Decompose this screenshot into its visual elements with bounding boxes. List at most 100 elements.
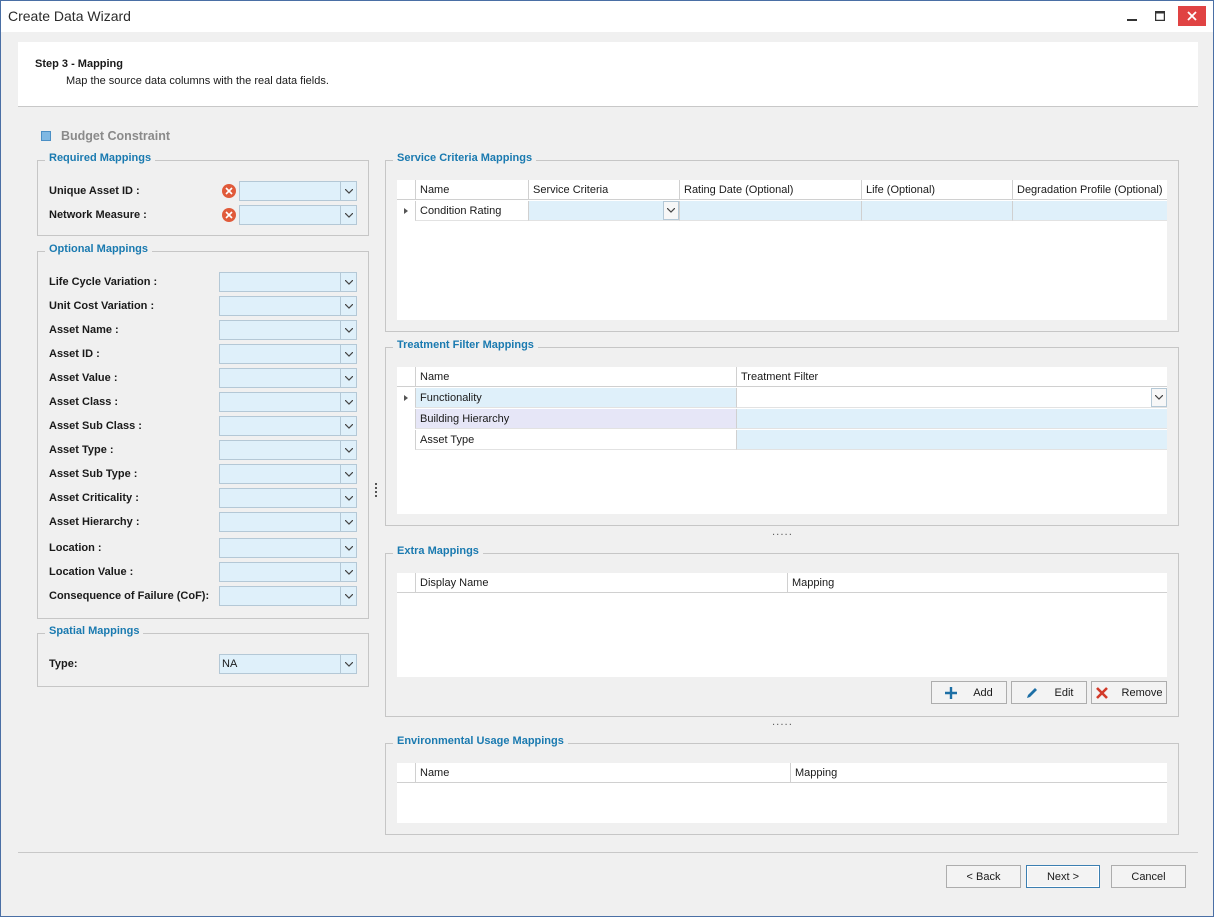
chevron-down-icon[interactable] bbox=[340, 369, 356, 387]
step-header: Step 3 - Mapping Map the source data col… bbox=[18, 42, 1198, 107]
chevron-down-icon[interactable] bbox=[340, 465, 356, 483]
chevron-down-icon[interactable] bbox=[340, 587, 356, 605]
edit-button[interactable]: Edit bbox=[1011, 681, 1087, 704]
chevron-down-icon[interactable] bbox=[340, 206, 356, 224]
chevron-down-icon[interactable] bbox=[340, 489, 356, 507]
back-button-label: < Back bbox=[966, 870, 1001, 883]
optional-mapping-combo[interactable] bbox=[219, 586, 357, 606]
remove-button-label: Remove bbox=[1121, 686, 1163, 699]
optional-mapping-row: Asset Criticality : bbox=[49, 488, 139, 508]
grid-header: Name Service Criteria Rating Date (Optio… bbox=[397, 180, 1167, 200]
step-description: Map the source data columns with the rea… bbox=[66, 75, 329, 87]
optional-mapping-combo[interactable] bbox=[219, 512, 357, 532]
table-cell[interactable] bbox=[736, 409, 1167, 429]
optional-mapping-label: Life Cycle Variation : bbox=[49, 276, 158, 288]
treatment-filter-group: Treatment Filter Mappings Name Treatment… bbox=[385, 339, 1179, 526]
optional-mapping-label: Consequence of Failure (CoF): bbox=[49, 590, 210, 602]
extra-mappings-title: Extra Mappings bbox=[393, 545, 483, 557]
chevron-down-icon[interactable] bbox=[340, 563, 356, 581]
column-header[interactable]: Mapping bbox=[790, 763, 1167, 783]
horizontal-splitter[interactable]: ..... bbox=[772, 527, 793, 538]
unique-asset-id-label: Unique Asset ID : bbox=[49, 185, 140, 197]
grid-header: Name Mapping bbox=[397, 763, 1167, 783]
step-title: Step 3 - Mapping bbox=[35, 58, 123, 70]
vertical-splitter[interactable] bbox=[375, 483, 377, 499]
optional-mapping-row: Location Value : bbox=[49, 562, 133, 582]
error-icon bbox=[222, 184, 236, 198]
network-measure-row: Network Measure : bbox=[49, 205, 147, 225]
chevron-down-icon[interactable] bbox=[663, 201, 679, 220]
network-measure-combo[interactable] bbox=[239, 205, 357, 225]
optional-mapping-row: Asset ID : bbox=[49, 344, 100, 364]
cancel-button-label: Cancel bbox=[1131, 870, 1166, 883]
optional-mapping-combo[interactable] bbox=[219, 392, 357, 412]
optional-mapping-combo[interactable] bbox=[219, 296, 357, 316]
optional-mapping-combo[interactable] bbox=[219, 272, 357, 292]
column-header[interactable]: Name bbox=[415, 180, 528, 200]
extra-mappings-group: Extra Mappings Display Name Mapping Add … bbox=[385, 545, 1179, 717]
optional-mapping-combo[interactable] bbox=[219, 538, 357, 558]
spatial-mappings-group: Spatial Mappings Type: NA bbox=[37, 625, 369, 687]
table-cell[interactable]: Asset Type bbox=[415, 430, 736, 450]
optional-mapping-row: Asset Name : bbox=[49, 320, 119, 340]
chevron-down-icon[interactable] bbox=[340, 513, 356, 531]
chevron-down-icon[interactable] bbox=[340, 297, 356, 315]
column-header[interactable]: Display Name bbox=[415, 573, 787, 593]
horizontal-splitter[interactable]: ..... bbox=[772, 717, 793, 728]
optional-mapping-combo[interactable] bbox=[219, 562, 357, 582]
table-cell[interactable]: Condition Rating bbox=[415, 201, 528, 221]
column-header[interactable]: Degradation Profile (Optional) bbox=[1012, 180, 1167, 200]
chevron-down-icon[interactable] bbox=[1151, 388, 1167, 407]
table-cell[interactable]: Building Hierarchy bbox=[415, 409, 736, 429]
row-indicator-icon bbox=[404, 395, 408, 401]
optional-mapping-row: Consequence of Failure (CoF): bbox=[49, 586, 209, 606]
optional-mapping-label: Asset Hierarchy : bbox=[49, 516, 140, 528]
remove-button[interactable]: Remove bbox=[1091, 681, 1167, 704]
optional-mapping-combo[interactable] bbox=[219, 344, 357, 364]
service-criteria-combo[interactable] bbox=[528, 201, 679, 221]
close-button[interactable] bbox=[1178, 6, 1206, 26]
optional-mapping-combo[interactable] bbox=[219, 368, 357, 388]
cancel-button[interactable]: Cancel bbox=[1111, 865, 1186, 888]
chevron-down-icon[interactable] bbox=[340, 539, 356, 557]
spatial-type-combo[interactable]: NA bbox=[219, 654, 357, 674]
optional-mapping-combo[interactable] bbox=[219, 440, 357, 460]
chevron-down-icon[interactable] bbox=[340, 655, 356, 673]
optional-mapping-combo[interactable] bbox=[219, 488, 357, 508]
plus-icon bbox=[945, 686, 958, 699]
column-header[interactable]: Mapping bbox=[787, 573, 1167, 593]
chevron-down-icon[interactable] bbox=[340, 321, 356, 339]
add-button[interactable]: Add bbox=[931, 681, 1007, 704]
chevron-down-icon[interactable] bbox=[340, 441, 356, 459]
table-cell[interactable] bbox=[736, 430, 1167, 450]
minimize-button[interactable] bbox=[1119, 6, 1145, 26]
chevron-down-icon[interactable] bbox=[340, 393, 356, 411]
budget-constraint-tag: Budget Constraint bbox=[41, 129, 170, 143]
table-cell[interactable] bbox=[679, 201, 861, 221]
back-button[interactable]: < Back bbox=[946, 865, 1021, 888]
column-header[interactable]: Name bbox=[415, 367, 736, 387]
column-header[interactable]: Treatment Filter bbox=[736, 367, 1167, 387]
chevron-down-icon[interactable] bbox=[340, 417, 356, 435]
column-header[interactable]: Life (Optional) bbox=[861, 180, 1012, 200]
chevron-down-icon[interactable] bbox=[340, 345, 356, 363]
service-criteria-group: Service Criteria Mappings Name Service C… bbox=[385, 152, 1179, 332]
column-header[interactable]: Service Criteria bbox=[528, 180, 679, 200]
chevron-down-icon[interactable] bbox=[340, 273, 356, 291]
table-cell[interactable]: Functionality bbox=[415, 388, 736, 408]
next-button[interactable]: Next > bbox=[1026, 865, 1100, 888]
column-header[interactable]: Rating Date (Optional) bbox=[679, 180, 861, 200]
optional-mapping-combo[interactable] bbox=[219, 320, 357, 340]
column-header[interactable]: Name bbox=[415, 763, 790, 783]
chevron-down-icon[interactable] bbox=[340, 182, 356, 200]
optional-mapping-label: Asset Type : bbox=[49, 444, 114, 456]
maximize-button[interactable] bbox=[1147, 6, 1173, 26]
unique-asset-id-combo[interactable] bbox=[239, 181, 357, 201]
treatment-filter-combo[interactable] bbox=[736, 388, 1167, 408]
optional-mapping-combo[interactable] bbox=[219, 416, 357, 436]
next-button-label: Next > bbox=[1046, 870, 1080, 883]
title-bar: Create Data Wizard bbox=[1, 1, 1213, 32]
table-cell[interactable] bbox=[861, 201, 1012, 221]
optional-mapping-combo[interactable] bbox=[219, 464, 357, 484]
table-cell[interactable] bbox=[1012, 201, 1167, 221]
